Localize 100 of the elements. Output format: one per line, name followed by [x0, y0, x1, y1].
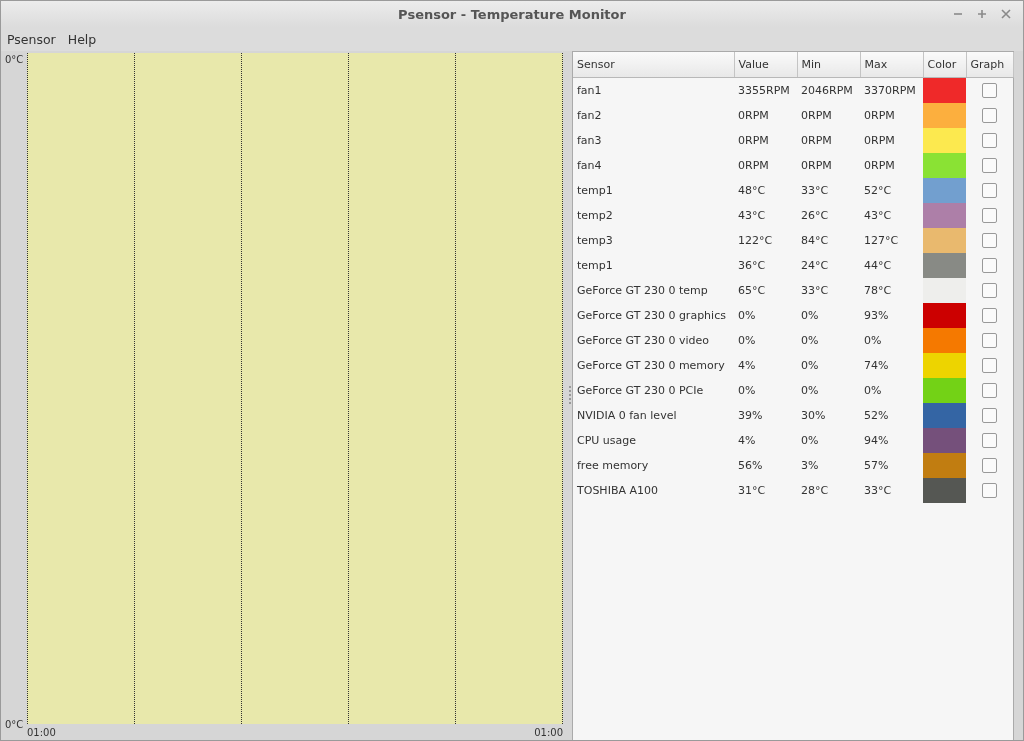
table-cell: 43°C	[860, 202, 923, 228]
window-title: Psensor - Temperature Monitor	[397, 6, 627, 22]
table-cell-text: 26°C	[800, 207, 830, 224]
graph-checkbox[interactable]	[982, 82, 997, 98]
color-swatch[interactable]	[923, 352, 966, 378]
table-cell-text: NVIDIA 0 fan level	[576, 407, 678, 424]
table-cell: 2046RPM	[797, 77, 860, 103]
column-header[interactable]: Min	[797, 52, 860, 77]
table-cell: 57%	[860, 452, 923, 478]
table-cell-text: fan2	[576, 107, 603, 124]
color-swatch[interactable]	[923, 177, 966, 203]
table-cell-text: 4%	[737, 357, 757, 374]
table-cell-text: 3%	[800, 457, 820, 474]
table-cell-text: temp1	[576, 182, 614, 199]
table-cell-text: TOSHIBA A100	[576, 482, 659, 499]
table-cell-text: 0RPM	[800, 107, 833, 124]
table-cell-text: 0%	[800, 432, 820, 449]
table-cell-text: temp1	[576, 257, 614, 274]
color-swatch[interactable]	[923, 202, 966, 228]
graph-checkbox[interactable]	[982, 482, 997, 498]
table-cell: 33°C	[860, 477, 923, 503]
table-cell-text: temp3	[576, 232, 614, 249]
graph-checkbox[interactable]	[982, 382, 997, 398]
color-swatch[interactable]	[923, 102, 966, 128]
table-cell: 0%	[860, 327, 923, 353]
table-cell-text: GeForce GT 230 0 video	[576, 332, 710, 349]
graph-checkbox[interactable]	[982, 157, 997, 173]
menu-item[interactable]: Psensor	[7, 31, 56, 47]
table-cell-text: 0RPM	[737, 157, 770, 174]
graph-checkbox[interactable]	[982, 132, 997, 148]
graph-checkbox[interactable]	[982, 257, 997, 273]
color-swatch[interactable]	[923, 452, 966, 478]
color-swatch[interactable]	[923, 402, 966, 428]
table-cell-text: CPU usage	[576, 432, 638, 449]
column-header[interactable]: Sensor	[573, 52, 734, 77]
table-cell: fan1	[573, 77, 734, 103]
table-cell-text: 0%	[737, 307, 757, 324]
color-swatch[interactable]	[923, 427, 966, 453]
color-swatch[interactable]	[923, 477, 966, 503]
table-cell-text: 0%	[737, 332, 757, 349]
table-cell-text: temp2	[576, 207, 614, 224]
table-cell-text: 0RPM	[737, 107, 770, 124]
column-header[interactable]: Max	[860, 52, 923, 77]
color-swatch[interactable]	[923, 277, 966, 303]
table-cell: 3355RPM	[734, 77, 797, 103]
graph-checkbox[interactable]	[982, 182, 997, 198]
graph-checkbox[interactable]	[982, 207, 997, 223]
axis-label: 01:00	[534, 726, 563, 738]
color-swatch[interactable]	[923, 152, 966, 178]
graph-checkbox[interactable]	[982, 457, 997, 473]
table-cell: 93%	[860, 302, 923, 328]
table-cell-text: 36°C	[737, 257, 767, 274]
table-cell: 127°C	[860, 227, 923, 253]
table-cell-text: 43°C	[737, 207, 767, 224]
table-cell-text: free memory	[576, 457, 650, 474]
table-cell: 0RPM	[860, 152, 923, 178]
table-cell: 52°C	[860, 177, 923, 203]
color-swatch[interactable]	[923, 227, 966, 253]
table-cell-text: 0RPM	[800, 157, 833, 174]
table-cell-text: 0RPM	[737, 132, 770, 149]
table-cell-text: 65°C	[737, 282, 767, 299]
graph-checkbox[interactable]	[982, 107, 997, 123]
table-cell-text: fan4	[576, 157, 603, 174]
table-cell-text: 48°C	[737, 182, 767, 199]
pane-handle[interactable]	[568, 385, 571, 406]
table-cell: 94%	[860, 427, 923, 453]
color-swatch[interactable]	[923, 77, 966, 103]
color-swatch[interactable]	[923, 377, 966, 403]
graph-checkbox[interactable]	[982, 432, 997, 448]
table-cell-text: fan3	[576, 132, 603, 149]
table-cell-text: 31°C	[737, 482, 767, 499]
table-cell-text: 0%	[800, 307, 820, 324]
color-swatch[interactable]	[923, 127, 966, 153]
graph-checkbox[interactable]	[982, 282, 997, 298]
table-cell: 0RPM	[860, 102, 923, 128]
table-cell-text: GeForce GT 230 0 memory	[576, 357, 726, 374]
graph-checkbox[interactable]	[982, 357, 997, 373]
table-cell-text: GeForce GT 230 0 temp	[576, 282, 709, 299]
color-swatch[interactable]	[923, 327, 966, 353]
graph-checkbox[interactable]	[982, 307, 997, 323]
table-cell-text: 4%	[737, 432, 757, 449]
column-header[interactable]: Color	[923, 52, 966, 77]
table-cell: 52%	[860, 402, 923, 428]
column-header[interactable]: Value	[734, 52, 797, 77]
table-cell-text: 0%	[800, 382, 820, 399]
table-cell-text: GeForce GT 230 0 PCIe	[576, 382, 705, 399]
table-cell: 0RPM	[860, 127, 923, 153]
table-cell-text: 56%	[737, 457, 764, 474]
graph-checkbox[interactable]	[982, 407, 997, 423]
table-cell: 3370RPM	[860, 77, 923, 103]
close-icon[interactable]	[1001, 9, 1011, 19]
graph-checkbox[interactable]	[982, 332, 997, 348]
menu-item[interactable]: Help	[67, 31, 97, 47]
color-swatch[interactable]	[923, 252, 966, 278]
graph-checkbox[interactable]	[982, 232, 997, 248]
column-header[interactable]: Graph	[966, 52, 1013, 77]
table-cell: 44°C	[860, 252, 923, 278]
color-swatch[interactable]	[923, 302, 966, 328]
table-cell-text: 0%	[737, 382, 757, 399]
maximize-icon[interactable]	[977, 9, 987, 19]
